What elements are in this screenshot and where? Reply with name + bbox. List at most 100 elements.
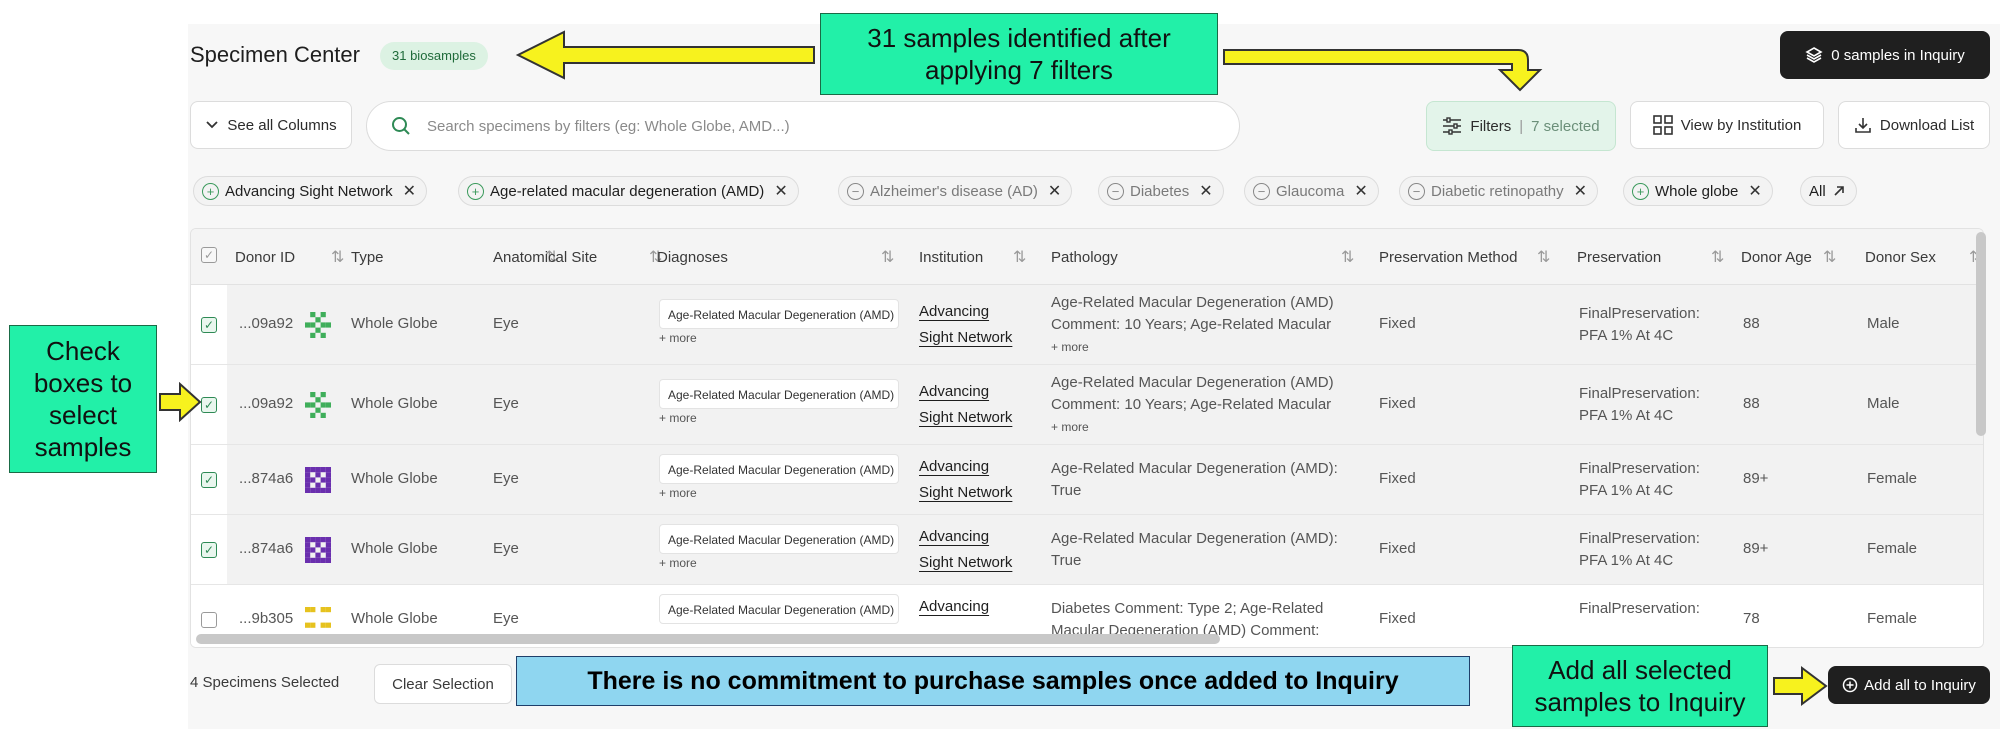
table-row[interactable]: ✓ ...874a6 Whole Globe Eye Age-Related Macul… [191,515,1983,585]
filter-chip[interactable]: + Advancing Sight Network ✕ [193,176,427,206]
row-checkbox[interactable]: ✓ [201,542,217,558]
plus-circle-icon[interactable]: + [467,182,484,200]
select-all-checkbox[interactable]: ✓ [201,247,217,263]
minus-circle-icon[interactable]: − [1408,182,1425,200]
plus-circle-icon[interactable]: + [202,182,219,200]
column-header-preservation[interactable]: Preservation ⇅ [1577,229,1724,285]
pathology-cell: Age-Related Macular Degeneration (AMD): T… [1051,528,1361,572]
column-header-label: Donor Sex [1865,248,1936,266]
donor-avatar-icon [305,392,331,418]
close-icon[interactable]: ✕ [1048,181,1061,201]
row-checkbox[interactable] [201,612,217,628]
sort-icon[interactable]: ⇅ [1823,247,1836,267]
institution-link[interactable]: Advancing Sight Network [919,454,1012,506]
filter-chip-label: Diabetic retinopathy [1431,182,1564,200]
filter-chip[interactable]: − Glaucoma ✕ [1244,176,1379,206]
preservation-line: PFA 1% At 4C [1579,327,1674,344]
minus-circle-icon[interactable]: − [847,182,864,200]
row-checkbox[interactable]: ✓ [201,397,217,413]
preservation-cell: FinalPreservation: PFA 1% At 4C [1579,458,1700,502]
filter-chip[interactable]: + Age-related macular degeneration (AMD) ✕ [458,176,799,206]
column-header-donor-id[interactable]: Donor ID ⇅ [235,229,344,285]
close-icon[interactable]: ✕ [403,181,416,201]
pathology-line: True [1051,552,1082,569]
filter-chip-label: Diabetes [1130,182,1190,200]
filters-divider: | [1519,117,1524,135]
view-by-institution-button[interactable]: View by Institution [1630,101,1824,149]
all-chips-button[interactable]: All [1800,176,1857,206]
column-header-label: Donor ID [235,248,296,266]
add-all-to-inquiry-button[interactable]: Add all to Inquiry [1828,666,1990,704]
column-header-diagnoses[interactable]: Diagnoses ⇅ [657,229,894,285]
preservation-method-cell: Fixed [1379,315,1416,332]
column-header-pathology[interactable]: Pathology ⇅ [1051,229,1354,285]
institution-link[interactable]: Advancing Sight Network [919,379,1012,431]
diagnosis-tag: Age-Related Macular Degeneration (AMD) [659,524,899,554]
diagnosis-tag: Age-Related Macular Degeneration (AMD) [659,454,899,484]
filter-chip[interactable]: − Diabetic retinopathy ✕ [1399,176,1598,206]
column-header-preservation-method[interactable]: Preservation Method ⇅ [1379,229,1550,285]
plus-circle-icon[interactable]: + [1632,182,1649,200]
institution-link[interactable]: Advancing [919,594,989,620]
preservation-line: FinalPreservation: [1579,460,1700,477]
filters-button[interactable]: Filters | 7 selected [1426,101,1616,151]
column-header-anatomical-site[interactable]: Anatomical Site ⇅ [493,229,662,285]
grid-icon [1652,115,1673,135]
preservation-cell: FinalPreservation: PFA 1% At 4C [1579,303,1700,347]
horizontal-scrollbar[interactable] [196,634,1220,644]
diagnosis-more-link[interactable]: + more [659,411,697,425]
sort-icon[interactable]: ⇅ [1537,247,1550,267]
close-icon[interactable]: ✕ [1748,181,1761,201]
see-all-columns-label: See all Columns [227,116,337,134]
clear-selection-button[interactable]: Clear Selection [374,664,512,704]
column-header-type[interactable]: Type ⇅ [351,229,558,285]
close-icon[interactable]: ✕ [1354,181,1367,201]
institution-link[interactable]: Advancing Sight Network [919,524,1012,576]
table-row[interactable]: ✓ ...09a92 Whole Globe Eye Age-Related Macul… [191,365,1983,445]
close-icon[interactable]: ✕ [1199,181,1212,201]
vertical-scrollbar[interactable] [1976,232,1986,436]
inquiry-button[interactable]: 0 samples in Inquiry [1780,31,1990,79]
column-header-donor-sex[interactable]: Donor Sex⇅ [1865,229,1982,285]
filter-chip[interactable]: − Alzheimer's disease (AD) ✕ [838,176,1073,206]
see-all-columns-button[interactable]: See all Columns [190,101,352,149]
pathology-more-link[interactable]: + more [1051,336,1361,358]
column-header-donor-age[interactable]: Donor Age ⇅ [1741,229,1836,285]
minus-circle-icon[interactable]: − [1107,182,1124,200]
institution-line2: Sight Network [919,554,1013,571]
download-list-button[interactable]: Download List [1838,101,1990,149]
close-icon[interactable]: ✕ [774,181,787,201]
diagnosis-more-link[interactable]: + more [659,331,697,345]
anatomical-site-cell: Eye [493,540,519,557]
pathology-more-link[interactable]: + more [1051,416,1361,438]
institution-line2: Sight Network [919,409,1013,426]
plus-circle-icon [1842,677,1858,693]
table-row[interactable]: ✓ ...09a92 Whole Globe Eye Age-Related Macul… [191,285,1983,365]
arrow-left-icon [515,30,815,80]
column-header-institution[interactable]: Institution ⇅ [919,229,1026,285]
sort-icon[interactable]: ⇅ [881,247,894,267]
search-bar[interactable] [366,101,1240,151]
filter-chip[interactable]: + Whole globe ✕ [1623,176,1773,206]
row-checkbox[interactable]: ✓ [201,472,217,488]
sort-icon[interactable]: ⇅ [331,247,344,267]
diagnosis-more-link[interactable]: + more [659,486,697,500]
preservation-method-cell: Fixed [1379,395,1416,412]
search-input[interactable] [427,117,1187,135]
filter-chip[interactable]: − Diabetes ✕ [1098,176,1224,206]
minus-circle-icon[interactable]: − [1253,182,1270,200]
institution-link[interactable]: Advancing Sight Network [919,299,1012,351]
type-cell: Whole Globe [351,540,438,557]
preservation-method-cell: Fixed [1379,540,1416,557]
close-icon[interactable]: ✕ [1574,181,1587,201]
donor-avatar-icon [305,467,331,493]
table-row[interactable]: ✓ ...874a6 Whole Globe Eye Age-Related Macul… [191,445,1983,515]
sort-icon[interactable]: ⇅ [1341,247,1354,267]
all-chips-label: All [1809,182,1826,200]
diagnosis-more-link[interactable]: + more [659,556,697,570]
arrow-down-right-icon [1223,49,1543,92]
row-checkbox[interactable]: ✓ [201,317,217,333]
pathology-cell: Age-Related Macular Degeneration (AMD): T… [1051,458,1361,502]
sort-icon[interactable]: ⇅ [1711,247,1724,267]
sort-icon[interactable]: ⇅ [1013,247,1026,267]
